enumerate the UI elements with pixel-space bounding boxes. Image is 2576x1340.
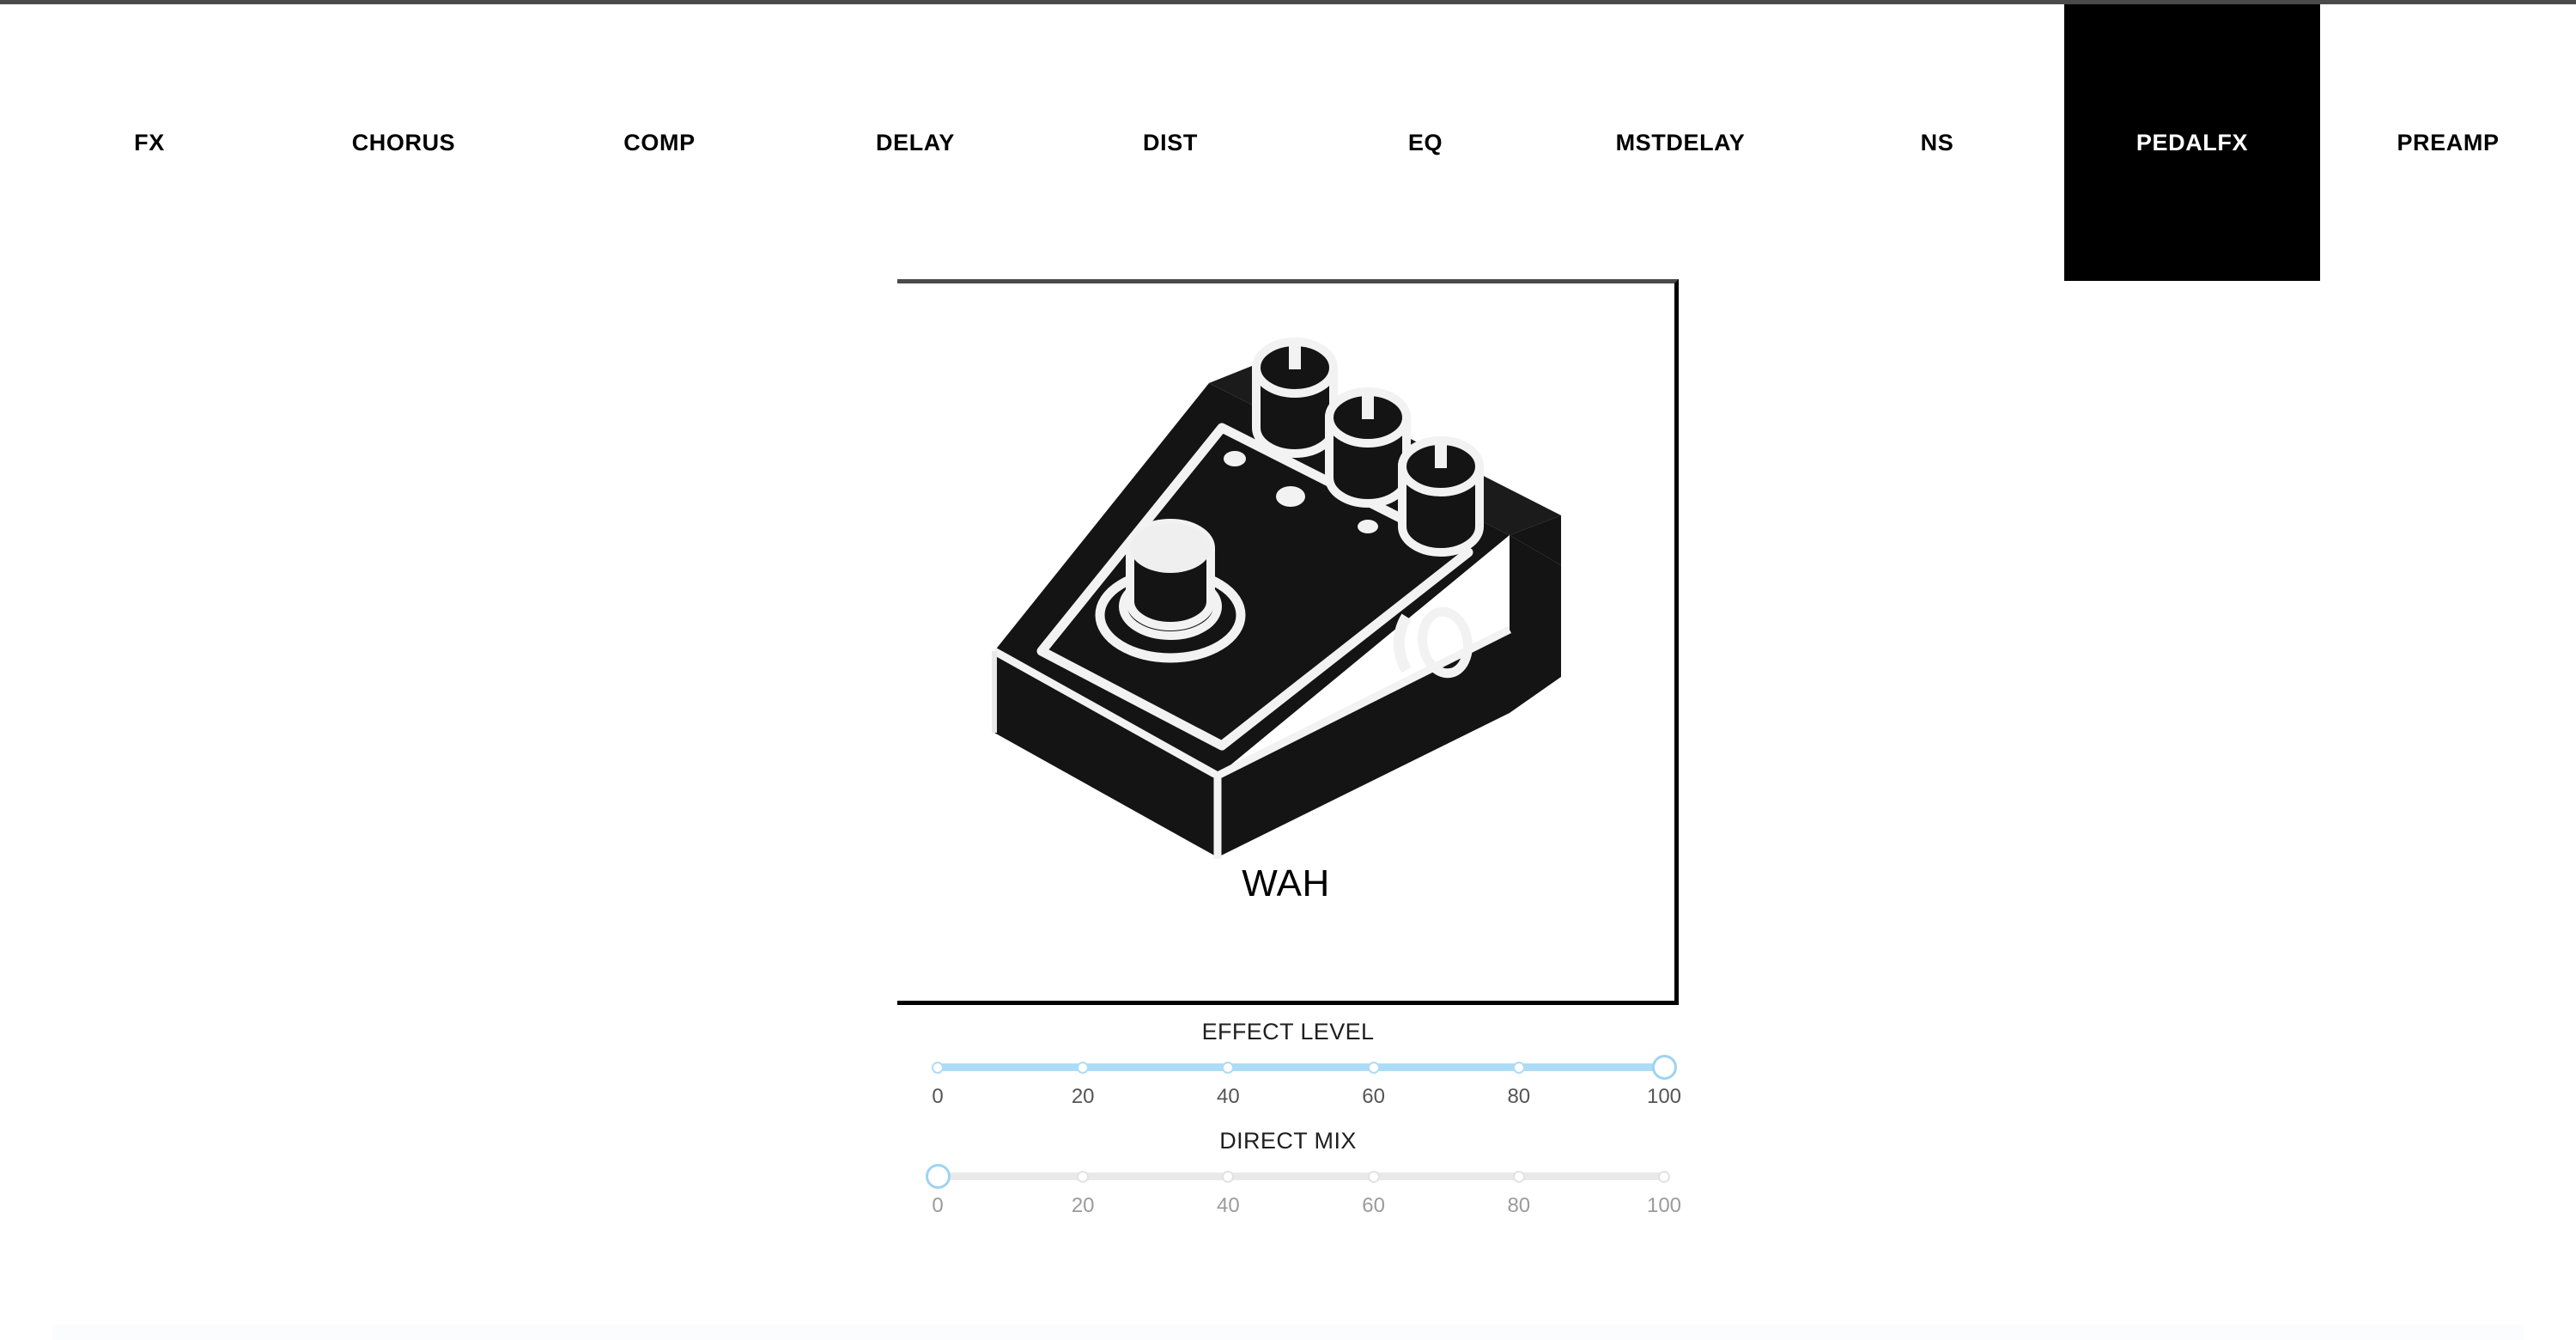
pedalfx-panel: WAH EFFECT LEVEL 0 20 40 60 80 100 DIRECT MIX 0 2… bbox=[897, 279, 1681, 1223]
slider-tick-direct-mix-80[interactable] bbox=[1512, 1171, 1525, 1183]
slider-scale-value: 80 bbox=[1507, 1085, 1531, 1108]
nav-tab-mstdelay[interactable]: MSTDELAY bbox=[1569, 4, 1792, 281]
nav-tab-label: COMP bbox=[623, 129, 696, 155]
slider-label-effect-level: EFFECT LEVEL bbox=[1201, 1019, 1375, 1045]
slider-scale-value: 100 bbox=[1646, 1194, 1682, 1217]
slider-scale-direct-mix: 0 20 40 60 80 100 bbox=[919, 1194, 1681, 1223]
slider-scale-value: 0 bbox=[932, 1085, 944, 1108]
nav-tab-label: PREAMP bbox=[2397, 129, 2500, 155]
slider-tick-direct-mix-100[interactable] bbox=[1658, 1171, 1670, 1183]
app-root: FX CHORUS COMP DELAY DIST EQ MSTDELAY NS PEDALFX… bbox=[0, 0, 2576, 1340]
slider-scale-value: 20 bbox=[1071, 1085, 1095, 1108]
slider-scale-value: 40 bbox=[1217, 1085, 1240, 1108]
pedal-card[interactable]: WAH bbox=[897, 279, 1679, 1005]
nav-tab-pedalfx[interactable]: PEDALFX bbox=[2064, 4, 2320, 281]
parameter-sliders: EFFECT LEVEL 0 20 40 60 80 100 DIRECT MIX 0 20 40 6… bbox=[897, 1019, 1681, 1223]
slider-tick-direct-mix-60[interactable] bbox=[1367, 1171, 1380, 1183]
nav-tab-label: CHORUS bbox=[351, 129, 456, 155]
nav-tab-label: DIST bbox=[1143, 129, 1198, 155]
nav-tab-label: FX bbox=[134, 129, 165, 155]
nav-tab-ns[interactable]: NS bbox=[1826, 4, 2049, 281]
nav-tab-delay[interactable]: DELAY bbox=[804, 4, 1027, 281]
slider-scale-value: 20 bbox=[1071, 1194, 1095, 1217]
effect-category-navbar: FX CHORUS COMP DELAY DIST EQ MSTDELAY NS PEDALFX… bbox=[0, 4, 2576, 281]
nav-tab-fx[interactable]: FX bbox=[38, 4, 261, 281]
nav-tab-label: MSTDELAY bbox=[1615, 129, 1746, 155]
slider-track-effect-level[interactable] bbox=[938, 1063, 1664, 1071]
nav-tab-chorus[interactable]: CHORUS bbox=[292, 4, 515, 281]
slider-handle-effect-level[interactable] bbox=[1651, 1055, 1677, 1080]
nav-tab-label: NS bbox=[1920, 129, 1954, 155]
slider-scale-value: 80 bbox=[1507, 1194, 1531, 1217]
slider-effect-level[interactable] bbox=[919, 1054, 1677, 1080]
guitar-stompbox-pedal-icon bbox=[991, 338, 1561, 859]
slider-direct-mix[interactable] bbox=[919, 1163, 1670, 1189]
slider-tick-effect-level-60[interactable] bbox=[1367, 1062, 1380, 1074]
slider-tick-effect-level-0[interactable] bbox=[932, 1062, 944, 1074]
slider-scale-effect-level: 0 20 40 60 80 100 bbox=[919, 1085, 1681, 1114]
slider-block-effect-level: EFFECT LEVEL 0 20 40 60 80 100 bbox=[897, 1019, 1681, 1114]
nav-tab-dist[interactable]: DIST bbox=[1059, 4, 1282, 281]
slider-track-direct-mix[interactable] bbox=[938, 1172, 1664, 1180]
slider-scale-value: 60 bbox=[1362, 1194, 1385, 1217]
slider-handle-direct-mix[interactable] bbox=[925, 1164, 951, 1189]
slider-scale-value: 0 bbox=[932, 1194, 944, 1217]
slider-label-direct-mix: DIRECT MIX bbox=[1219, 1128, 1357, 1154]
nav-tab-preamp[interactable]: PREAMP bbox=[2336, 4, 2560, 281]
slider-scale-value: 40 bbox=[1217, 1194, 1240, 1217]
slider-tick-direct-mix-20[interactable] bbox=[1077, 1171, 1090, 1183]
nav-tab-label: DELAY bbox=[875, 129, 956, 155]
slider-tick-direct-mix-40[interactable] bbox=[1222, 1171, 1235, 1183]
page-bottom-edge bbox=[52, 1325, 2524, 1340]
pedal-name-label: WAH bbox=[1242, 862, 1330, 904]
slider-scale-value: 100 bbox=[1646, 1085, 1682, 1108]
slider-block-direct-mix: DIRECT MIX 0 20 40 60 80 100 bbox=[897, 1128, 1681, 1223]
slider-tick-effect-level-40[interactable] bbox=[1222, 1062, 1235, 1074]
nav-tab-comp[interactable]: COMP bbox=[548, 4, 771, 281]
nav-tab-label: PEDALFX bbox=[2136, 129, 2249, 155]
slider-scale-value: 60 bbox=[1362, 1085, 1385, 1108]
slider-tick-effect-level-80[interactable] bbox=[1512, 1062, 1525, 1074]
nav-tab-eq[interactable]: EQ bbox=[1314, 4, 1537, 281]
nav-tab-label: EQ bbox=[1407, 129, 1443, 155]
slider-tick-effect-level-20[interactable] bbox=[1077, 1062, 1090, 1074]
